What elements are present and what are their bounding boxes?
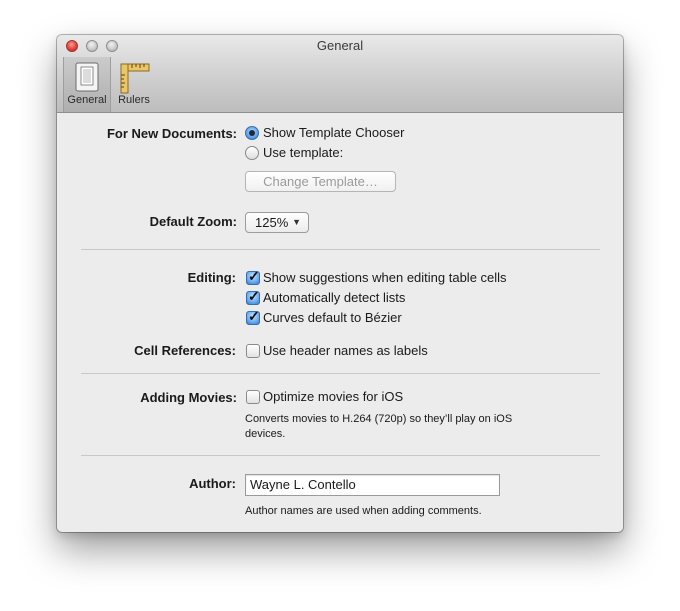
checkmark-icon: ✓ bbox=[248, 268, 260, 284]
toolbar-tab-label: General bbox=[67, 94, 107, 106]
preferences-window: General General Rulers For New Documents… bbox=[57, 35, 623, 532]
default-zoom-label: Default Zoom: bbox=[149, 214, 237, 229]
show-template-chooser-radio[interactable] bbox=[245, 126, 259, 140]
default-zoom-popup[interactable]: 125% ▼ bbox=[245, 212, 309, 233]
detect-lists-checkbox[interactable]: ✓ bbox=[246, 288, 260, 305]
adding-movies-label: Adding Movies: bbox=[140, 390, 237, 405]
show-suggestions-checkbox[interactable]: ✓ bbox=[246, 268, 260, 285]
header-names-checkbox[interactable] bbox=[246, 344, 260, 358]
toolbar-tab-general[interactable]: General bbox=[63, 57, 111, 112]
editing-label: Editing: bbox=[187, 270, 236, 285]
author-note: Author names are used when adding commen… bbox=[245, 505, 482, 517]
show-suggestions-label[interactable]: Show suggestions when editing table cell… bbox=[263, 270, 507, 285]
cell-references-label: Cell References: bbox=[134, 343, 236, 358]
section-divider bbox=[81, 455, 600, 456]
optimize-movies-checkbox[interactable] bbox=[246, 390, 260, 404]
bezier-curves-checkbox[interactable]: ✓ bbox=[246, 308, 260, 325]
checkmark-icon: ✓ bbox=[248, 308, 260, 324]
detect-lists-label[interactable]: Automatically detect lists bbox=[263, 290, 405, 305]
toolbar-tab-label: Rulers bbox=[118, 94, 150, 106]
optimize-movies-label[interactable]: Optimize movies for iOS bbox=[263, 389, 403, 404]
window-title: General bbox=[316, 38, 364, 53]
new-documents-label: For New Documents: bbox=[106, 126, 237, 141]
movies-note-line-1: Converts movies to H.264 (720p) so they’… bbox=[245, 413, 513, 425]
rulers-icon bbox=[118, 62, 150, 97]
author-label: Author: bbox=[189, 476, 236, 491]
header-names-label[interactable]: Use header names as labels bbox=[263, 343, 428, 358]
bezier-curves-label[interactable]: Curves default to Bézier bbox=[263, 310, 402, 325]
general-icon bbox=[74, 62, 100, 95]
toolbar-tab-rulers[interactable]: Rulers bbox=[111, 57, 157, 112]
checkmark-icon: ✓ bbox=[248, 288, 260, 304]
chevron-down-icon: ▼ bbox=[292, 217, 301, 227]
default-zoom-value: 125% bbox=[255, 215, 289, 230]
use-template-label[interactable]: Use template: bbox=[263, 145, 343, 160]
use-template-radio[interactable] bbox=[245, 146, 259, 160]
author-name-field[interactable]: Wayne L. Contello bbox=[245, 474, 500, 496]
change-template-button[interactable]: Change Template… bbox=[245, 171, 396, 192]
author-name-value: Wayne L. Contello bbox=[250, 477, 356, 492]
show-template-chooser-label[interactable]: Show Template Chooser bbox=[263, 125, 404, 140]
movies-note-line-2: devices. bbox=[245, 428, 286, 440]
section-divider bbox=[81, 373, 600, 374]
section-divider bbox=[81, 249, 600, 250]
toolbar: General General Rulers bbox=[57, 35, 623, 113]
